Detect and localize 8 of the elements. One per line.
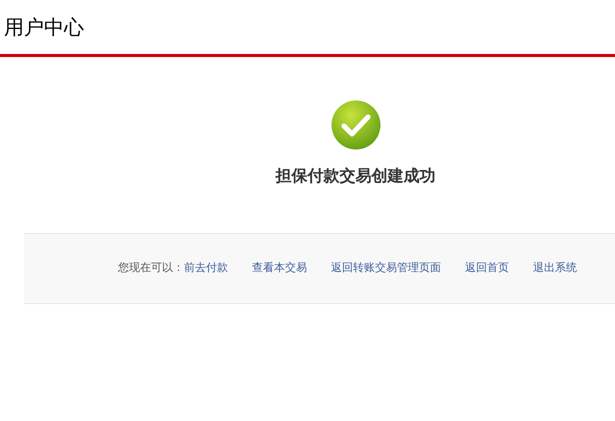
action-link[interactable]: 前去付款: [184, 260, 228, 277]
actions-prompt: 您现在可以：: [118, 260, 184, 276]
action-link[interactable]: 返回转账交易管理页面: [331, 260, 441, 277]
page-title: 用户中心: [4, 14, 84, 41]
action-link[interactable]: 查看本交易: [252, 260, 307, 277]
action-link[interactable]: 返回首页: [465, 260, 509, 277]
action-link[interactable]: 退出系统: [533, 260, 577, 277]
success-message: 担保付款交易创建成功: [276, 165, 436, 187]
